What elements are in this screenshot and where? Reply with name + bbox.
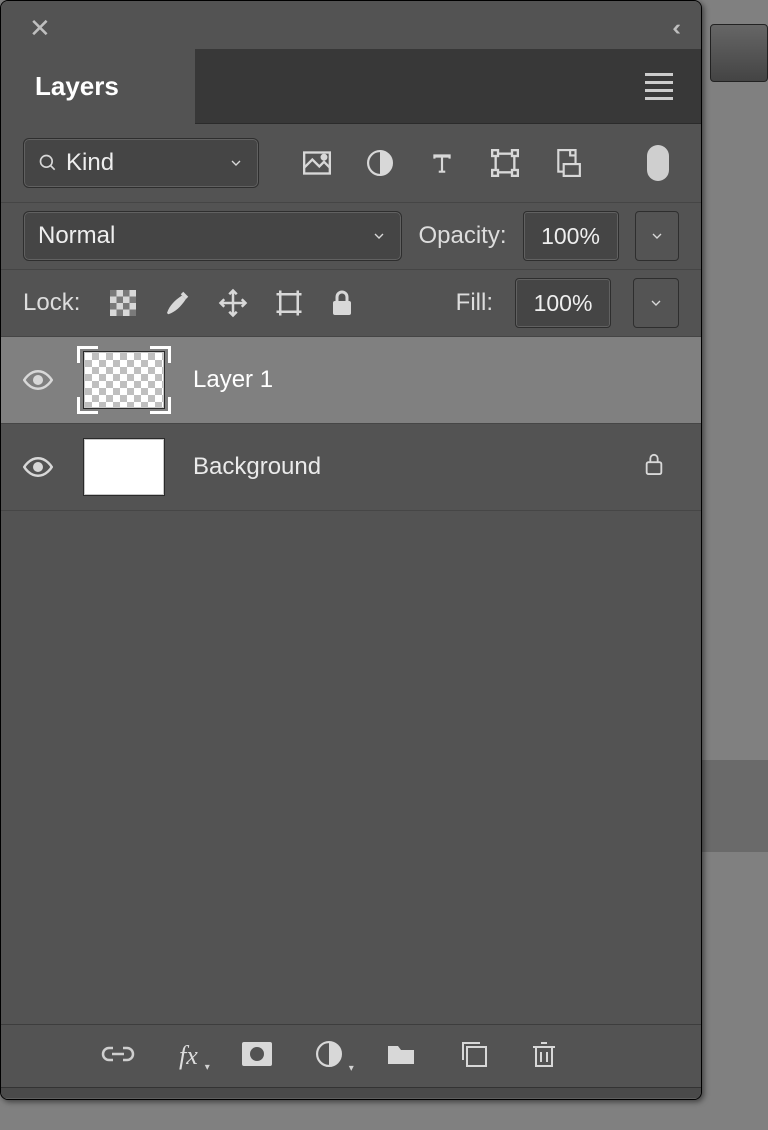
lock-all-icon[interactable] xyxy=(330,289,354,317)
lock-transparency-icon[interactable] xyxy=(110,290,136,316)
blend-mode-dropdown[interactable]: Normal xyxy=(23,211,402,261)
fill-value: 100% xyxy=(534,290,593,317)
lock-icon[interactable] xyxy=(643,451,665,484)
layer-name: Background xyxy=(193,453,321,481)
layer-row[interactable]: Layer 1 xyxy=(1,337,701,424)
tab-label: Layers xyxy=(35,71,119,102)
link-layers-icon[interactable] xyxy=(101,1044,135,1069)
right-gutter xyxy=(702,0,768,1130)
lock-position-icon[interactable] xyxy=(218,288,248,318)
panel-menu-icon[interactable] xyxy=(645,73,673,100)
blend-mode-value: Normal xyxy=(38,222,115,250)
filter-kind-dropdown[interactable]: Kind xyxy=(23,138,259,188)
opacity-input[interactable]: 100% xyxy=(523,211,619,261)
layer-style-icon[interactable]: fx▾ xyxy=(179,1041,198,1071)
fill-stepper[interactable] xyxy=(633,278,679,328)
layer-row[interactable]: Background xyxy=(1,424,701,511)
layer-name: Layer 1 xyxy=(193,366,273,394)
delete-layer-icon[interactable] xyxy=(532,1040,556,1073)
filter-kind-label: Kind xyxy=(66,149,114,177)
layers-list: Layer 1 Background xyxy=(1,337,701,1024)
fill-input[interactable]: 100% xyxy=(515,278,611,328)
close-icon[interactable]: ✕ xyxy=(29,13,51,44)
layer-thumbnail[interactable] xyxy=(77,433,171,501)
collapse-icon[interactable]: ‹‹ xyxy=(672,15,675,41)
opacity-stepper[interactable] xyxy=(635,211,679,261)
layers-panel: ✕ ‹‹ Layers Kind Normal Opacity: 10 xyxy=(0,0,702,1100)
filter-type-icons xyxy=(303,145,669,181)
chevron-down-icon xyxy=(371,228,387,244)
lock-artboard-icon[interactable] xyxy=(274,288,304,318)
visibility-icon[interactable] xyxy=(21,370,55,390)
adjustment-layer-icon[interactable] xyxy=(367,150,393,176)
shape-layer-icon[interactable] xyxy=(491,149,519,177)
new-layer-icon[interactable] xyxy=(460,1040,488,1073)
panel-footer: fx▾ ▾ xyxy=(1,1024,701,1087)
blend-opacity-row: Normal Opacity: 100% xyxy=(1,203,701,270)
group-layers-icon[interactable] xyxy=(386,1042,416,1071)
lock-fill-row: Lock: Fill: 100% xyxy=(1,270,701,337)
filter-toggle-switch[interactable] xyxy=(647,145,669,181)
opacity-label: Opacity: xyxy=(418,222,506,250)
fill-label: Fill: xyxy=(456,289,493,317)
panel-titlebar: ✕ ‹‹ xyxy=(1,1,701,49)
opacity-value: 100% xyxy=(541,223,600,250)
tool-peek xyxy=(710,24,768,82)
lock-pixels-icon[interactable] xyxy=(162,288,192,318)
layer-thumbnail[interactable] xyxy=(77,346,171,414)
search-icon xyxy=(38,153,58,173)
lock-label: Lock: xyxy=(23,289,80,317)
image-layer-icon[interactable] xyxy=(303,151,331,175)
panel-resize-grip[interactable] xyxy=(1,1087,701,1099)
visibility-icon[interactable] xyxy=(21,457,55,477)
panel-tab-row: Layers xyxy=(1,49,701,124)
smartobject-layer-icon[interactable] xyxy=(555,149,581,177)
adjustment-layer-button-icon[interactable]: ▾ xyxy=(316,1041,342,1072)
layer-mask-icon[interactable] xyxy=(242,1042,272,1071)
type-layer-icon[interactable] xyxy=(429,150,455,176)
layer-filter-row: Kind xyxy=(1,124,701,203)
tab-layers[interactable]: Layers xyxy=(1,49,195,124)
chevron-down-icon xyxy=(228,155,244,171)
